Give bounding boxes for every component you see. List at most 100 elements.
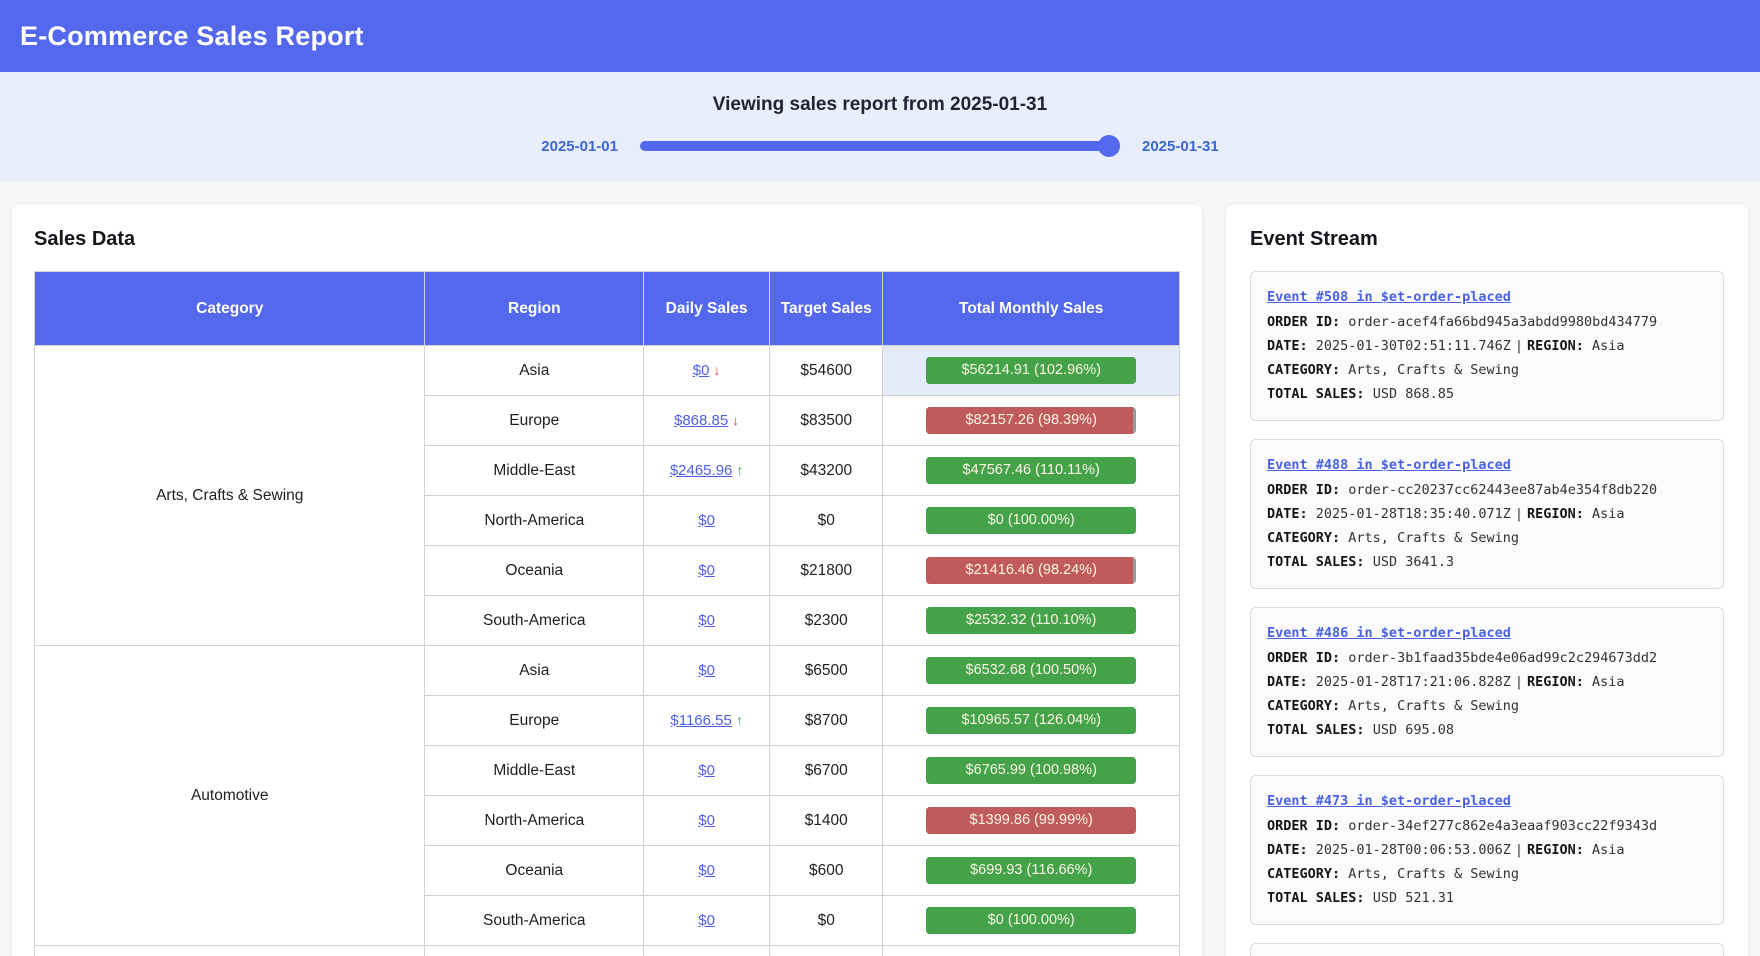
date-value: 2025-01-28T17:21:06.828Z bbox=[1316, 674, 1511, 690]
order-id-label: ORDER ID: bbox=[1267, 314, 1340, 330]
progress-label: $1399.86 (99.99%) bbox=[926, 807, 1136, 834]
region-cell: Oceania bbox=[425, 846, 644, 896]
sales-data-panel: Sales Data Category Region Daily Sales T… bbox=[12, 204, 1202, 956]
event-date-line: DATE: 2025-01-30T02:51:11.746Z|REGION: A… bbox=[1267, 334, 1707, 358]
target-sales-cell: $1400 bbox=[770, 796, 883, 846]
target-sales-cell: $83500 bbox=[770, 396, 883, 446]
daily-sales-link[interactable]: $0 bbox=[698, 512, 715, 529]
total-monthly-sales-cell: $0 (100.00%) bbox=[883, 496, 1180, 546]
total-monthly-sales-cell: $21416.46 (98.24%) bbox=[883, 546, 1180, 596]
daily-sales-link[interactable]: $0 bbox=[698, 812, 715, 829]
sales-progress-badge: $6765.99 (100.98%) bbox=[926, 757, 1136, 784]
category-value: Arts, Crafts & Sewing bbox=[1348, 866, 1519, 882]
table-row: AutomotiveAsia$0$6500$6532.68 (100.50%) bbox=[35, 646, 1180, 696]
total-monthly-sales-cell: $6532.68 (100.50%) bbox=[883, 646, 1180, 696]
date-filter-section: Viewing sales report from 2025-01-31 202… bbox=[0, 72, 1760, 182]
total-monthly-sales-cell: $6765.99 (100.98%) bbox=[883, 746, 1180, 796]
daily-sales-link[interactable]: $0 bbox=[698, 762, 715, 779]
progress-label: $0 (100.00%) bbox=[926, 907, 1136, 934]
sales-progress-badge: $56214.91 (102.96%) bbox=[926, 357, 1136, 384]
event-card: Event #457 in $et-order-placedORDER ID: … bbox=[1250, 943, 1724, 956]
order-id-label: ORDER ID: bbox=[1267, 650, 1340, 666]
daily-sales-link[interactable]: $868.85 bbox=[674, 412, 728, 429]
category-value: Arts, Crafts & Sewing bbox=[1348, 530, 1519, 546]
event-title-link[interactable]: Event #486 in $et-order-placed bbox=[1267, 621, 1511, 645]
event-date-line: DATE: 2025-01-28T00:06:53.006Z|REGION: A… bbox=[1267, 838, 1707, 862]
order-id-value: order-3b1faad35bde4e06ad99c2c294673dd2 bbox=[1348, 650, 1657, 666]
date-range-slider[interactable] bbox=[640, 134, 1120, 158]
daily-sales-link[interactable]: $0 bbox=[698, 562, 715, 579]
region-label: REGION: bbox=[1527, 338, 1584, 354]
daily-sales-link[interactable]: $0 bbox=[698, 912, 715, 929]
event-category-line: CATEGORY: Arts, Crafts & Sewing bbox=[1267, 526, 1707, 550]
table-header-row: Category Region Daily Sales Target Sales… bbox=[35, 272, 1180, 346]
target-sales-cell: $6700 bbox=[770, 746, 883, 796]
daily-sales-cell: $0 bbox=[644, 646, 770, 696]
daily-sales-cell: $0 bbox=[644, 596, 770, 646]
event-title-link[interactable]: Event #508 in $et-order-placed bbox=[1267, 285, 1511, 309]
category-value: Arts, Crafts & Sewing bbox=[1348, 362, 1519, 378]
progress-label: $56214.91 (102.96%) bbox=[926, 357, 1136, 384]
sales-progress-badge: $6532.68 (100.50%) bbox=[926, 657, 1136, 684]
region-cell: South-America bbox=[425, 896, 644, 946]
order-id-label: ORDER ID: bbox=[1267, 818, 1340, 834]
sales-progress-badge: $2532.32 (110.10%) bbox=[926, 607, 1136, 634]
event-title-link[interactable]: Event #488 in $et-order-placed bbox=[1267, 453, 1511, 477]
trend-down-icon: ↓ bbox=[713, 362, 720, 378]
target-sales-cell: $21800 bbox=[770, 546, 883, 596]
daily-sales-link[interactable]: $1166.55 bbox=[670, 712, 731, 729]
event-stream-heading: Event Stream bbox=[1250, 228, 1724, 251]
daily-sales-link[interactable]: $2465.96 bbox=[670, 462, 733, 479]
empty-cell bbox=[425, 946, 644, 956]
slider-track[interactable] bbox=[640, 141, 1114, 151]
category-label: CATEGORY: bbox=[1267, 362, 1340, 378]
event-total-sales-line: TOTAL SALES: USD 521.31 bbox=[1267, 886, 1707, 910]
target-sales-cell: $6500 bbox=[770, 646, 883, 696]
daily-sales-link[interactable]: $0 bbox=[693, 362, 710, 379]
sales-progress-badge: $0 (100.00%) bbox=[926, 907, 1136, 934]
event-stream-panel: Event Stream Event #508 in $et-order-pla… bbox=[1226, 204, 1748, 956]
event-category-line: CATEGORY: Arts, Crafts & Sewing bbox=[1267, 694, 1707, 718]
total-monthly-sales-cell: $82157.26 (98.39%) bbox=[883, 396, 1180, 446]
region-label: REGION: bbox=[1527, 842, 1584, 858]
total-sales-label: TOTAL SALES: bbox=[1267, 722, 1365, 738]
date-value: 2025-01-28T18:35:40.071Z bbox=[1316, 506, 1511, 522]
total-monthly-sales-cell: $47567.46 (110.11%) bbox=[883, 446, 1180, 496]
sales-progress-badge: $82157.26 (98.39%) bbox=[926, 407, 1136, 434]
event-category-line: CATEGORY: Arts, Crafts & Sewing bbox=[1267, 358, 1707, 382]
progress-label: $21416.46 (98.24%) bbox=[926, 557, 1136, 584]
daily-sales-cell: $0 bbox=[644, 746, 770, 796]
category-label: CATEGORY: bbox=[1267, 530, 1340, 546]
date-label: DATE: bbox=[1267, 338, 1308, 354]
progress-label: $47567.46 (110.11%) bbox=[926, 457, 1136, 484]
region-value: Asia bbox=[1592, 338, 1625, 354]
progress-label: $699.93 (116.66%) bbox=[926, 857, 1136, 884]
slider-start-label: 2025-01-01 bbox=[541, 138, 618, 155]
target-sales-cell: $8700 bbox=[770, 696, 883, 746]
trend-up-icon: ↑ bbox=[736, 462, 743, 478]
category-value: Arts, Crafts & Sewing bbox=[1348, 698, 1519, 714]
total-monthly-sales-cell: $10965.57 (126.04%) bbox=[883, 696, 1180, 746]
column-header-target-sales: Target Sales bbox=[770, 272, 883, 346]
daily-sales-link[interactable]: $0 bbox=[698, 862, 715, 879]
event-title-link[interactable]: Event #473 in $et-order-placed bbox=[1267, 789, 1511, 813]
sales-progress-badge: $699.93 (116.66%) bbox=[926, 857, 1136, 884]
progress-label: $6765.99 (100.98%) bbox=[926, 757, 1136, 784]
event-list: Event #508 in $et-order-placedORDER ID: … bbox=[1250, 271, 1724, 956]
daily-sales-cell: $868.85↓ bbox=[644, 396, 770, 446]
empty-cell bbox=[770, 946, 883, 956]
target-sales-cell: $0 bbox=[770, 496, 883, 546]
column-header-category: Category bbox=[35, 272, 425, 346]
category-label: CATEGORY: bbox=[1267, 866, 1340, 882]
daily-sales-link[interactable]: $0 bbox=[698, 612, 715, 629]
sales-progress-badge: $1399.86 (99.99%) bbox=[926, 807, 1136, 834]
order-id-label: ORDER ID: bbox=[1267, 482, 1340, 498]
daily-sales-link[interactable]: $0 bbox=[698, 662, 715, 679]
target-sales-cell: $43200 bbox=[770, 446, 883, 496]
target-sales-cell: $600 bbox=[770, 846, 883, 896]
sales-progress-badge: $47567.46 (110.11%) bbox=[926, 457, 1136, 484]
event-total-sales-line: TOTAL SALES: USD 695.08 bbox=[1267, 718, 1707, 742]
order-id-value: order-cc20237cc62443ee87ab4e354f8db220 bbox=[1348, 482, 1657, 498]
slider-thumb[interactable] bbox=[1098, 135, 1120, 157]
event-card: Event #488 in $et-order-placedORDER ID: … bbox=[1250, 439, 1724, 589]
